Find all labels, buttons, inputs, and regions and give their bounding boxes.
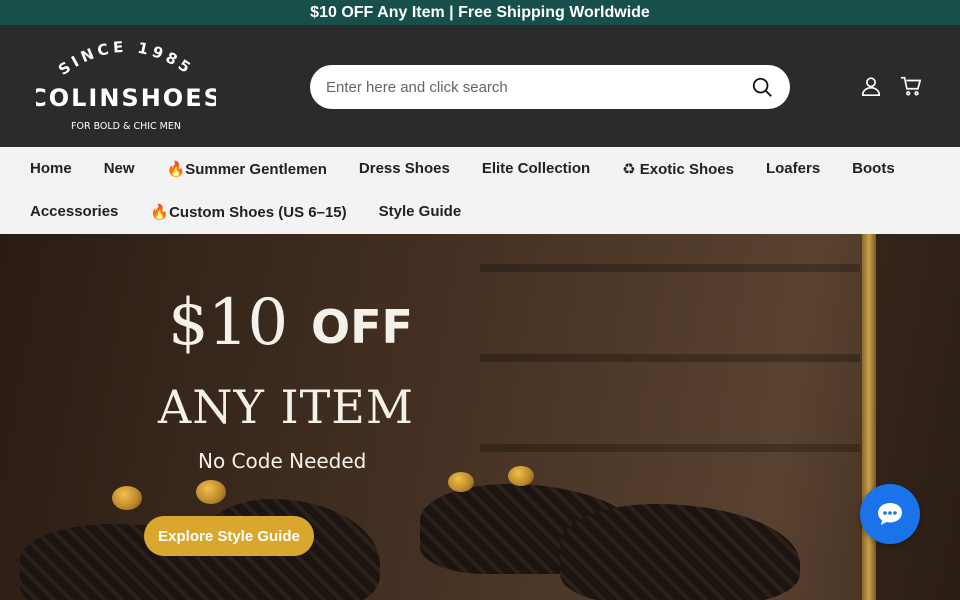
site-header: SINCE 1985 COLINSHOES FOR BOLD & CHIC ME… (0, 25, 960, 147)
hero-amount: $10 (168, 286, 288, 360)
hero-headline: ANY ITEM (158, 380, 414, 434)
shoe-image (560, 504, 800, 600)
search-input[interactable] (326, 78, 750, 96)
logo-since: SINCE 1985 (55, 38, 193, 79)
nav-item-style-guide[interactable]: Style Guide (379, 203, 462, 220)
nav-item-elite-collection[interactable]: Elite Collection (482, 160, 590, 177)
mirror-frame-decoration (862, 234, 876, 600)
nav-item-loafers[interactable]: Loafers (766, 160, 820, 177)
shelf-decoration (480, 444, 860, 452)
search-icon[interactable] (750, 75, 774, 99)
hero-off: OFF (311, 300, 413, 354)
chat-icon[interactable] (860, 484, 920, 544)
nav-item-exotic-shoes[interactable]: ♻ Exotic Shoes (622, 160, 734, 178)
header-icons (860, 75, 922, 97)
shelf-decoration (480, 354, 860, 362)
shoe-tree-knob (196, 480, 226, 504)
nav-row-2: Accessories 🔥Custom Shoes (US 6–15) Styl… (30, 190, 930, 233)
nav-item-boots[interactable]: Boots (852, 160, 895, 177)
nav-item-home[interactable]: Home (30, 160, 72, 177)
shelf-decoration (480, 264, 860, 272)
user-icon[interactable] (860, 75, 882, 97)
nav-item-summer-gentlemen[interactable]: 🔥Summer Gentlemen (167, 160, 327, 178)
main-navigation: Home New 🔥Summer Gentlemen Dress Shoes E… (0, 147, 960, 234)
svg-text:SINCE 1985: SINCE 1985 (55, 38, 197, 79)
nav-row-1: Home New 🔥Summer Gentlemen Dress Shoes E… (30, 147, 930, 190)
nav-item-new[interactable]: New (104, 160, 135, 177)
explore-style-guide-button[interactable]: Explore Style Guide (144, 516, 314, 556)
nav-item-accessories[interactable]: Accessories (30, 203, 118, 220)
hero-banner[interactable]: $10 OFF ANY ITEM No Code Needed Explore … (0, 234, 960, 600)
shoe-tree-knob (508, 466, 534, 486)
nav-item-custom-shoes[interactable]: 🔥Custom Shoes (US 6–15) (150, 203, 346, 221)
cart-icon[interactable] (900, 75, 922, 97)
announcement-bar: $10 OFF Any Item | Free Shipping Worldwi… (0, 0, 960, 25)
shoe-tree-knob (448, 472, 474, 492)
search-bar (310, 65, 790, 109)
mirror-decoration (870, 234, 960, 600)
hero-subline: No Code Needed (198, 449, 367, 473)
shoe-tree-knob (112, 486, 142, 510)
logo-name: COLINSHOES (36, 84, 216, 112)
logo[interactable]: SINCE 1985 COLINSHOES FOR BOLD & CHIC ME… (36, 37, 216, 137)
nav-item-dress-shoes[interactable]: Dress Shoes (359, 160, 450, 177)
logo-tagline: FOR BOLD & CHIC MEN (71, 121, 181, 132)
